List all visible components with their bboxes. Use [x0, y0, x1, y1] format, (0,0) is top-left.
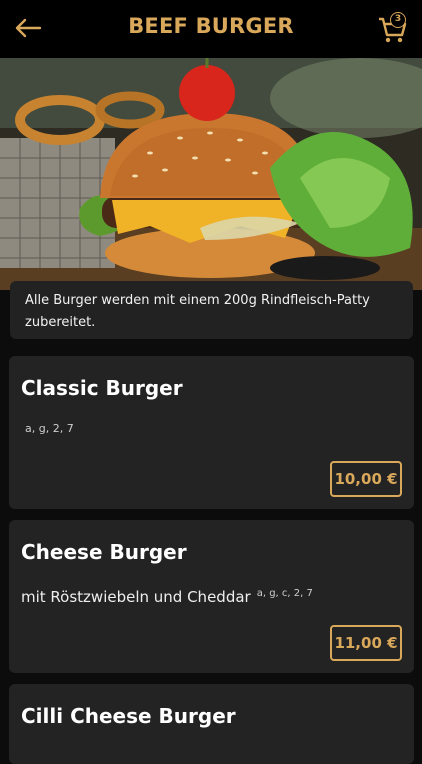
product-name: Cilli Cheese Burger	[21, 704, 236, 728]
product-name: Classic Burger	[21, 376, 183, 400]
product-card-cheese-burger[interactable]: Cheese Burger mit Röstzwiebeln und Chedd…	[9, 520, 414, 673]
product-card-cilli-cheese-burger[interactable]: Cilli Cheese Burger	[9, 684, 414, 764]
cart-button[interactable]: 3	[378, 12, 408, 44]
cart-count-badge: 3	[390, 12, 406, 28]
product-description: mit Röstzwiebeln und Cheddar	[21, 588, 251, 606]
hero-image	[0, 58, 422, 290]
price-button[interactable]: 10,00 €	[330, 461, 402, 497]
product-name: Cheese Burger	[21, 540, 187, 564]
app-header: BEEF BURGER 3	[0, 0, 422, 58]
product-description-row: mit Röstzwiebeln und Cheddar a, g, c, 2, …	[21, 588, 313, 606]
product-allergens: a, g, 2, 7	[25, 422, 74, 435]
price-button[interactable]: 11,00 €	[330, 625, 402, 661]
product-allergens: a, g, c, 2, 7	[256, 588, 313, 599]
product-card-classic-burger[interactable]: Classic Burger a, g, 2, 7 10,00 €	[9, 356, 414, 509]
page-title: BEEF BURGER	[128, 14, 294, 38]
info-notice: Alle Burger werden mit einem 200g Rindfl…	[10, 281, 413, 339]
